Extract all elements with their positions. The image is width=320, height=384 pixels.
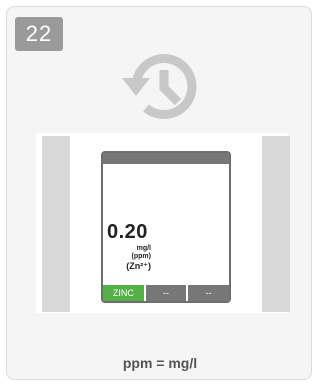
screen-header-bar (103, 153, 229, 164)
softkey-2[interactable]: -- (143, 285, 187, 301)
measurement-value: 0.20 (107, 221, 148, 243)
softkey-zinc[interactable]: ZINC (103, 285, 144, 301)
unit-ion: (Zn²⁺) (126, 261, 151, 271)
history-icon (122, 54, 197, 119)
step-number-badge: 22 (15, 17, 63, 51)
measurement-unit: mg/l (ppm) (Zn²⁺) (103, 245, 151, 271)
device-side-left (42, 136, 70, 312)
unit-caption: ppm = mg/l (122, 355, 198, 371)
softkey-3[interactable]: -- (186, 285, 229, 301)
unit-ppm: (ppm) (131, 253, 151, 260)
unit-mgl: mg/l (136, 245, 151, 252)
device-side-right (262, 136, 290, 312)
softkey-bar: ZINC -- -- (103, 285, 229, 301)
device-screen: 0.20 mg/l (ppm) (Zn²⁺) ZINC -- -- (101, 151, 231, 303)
